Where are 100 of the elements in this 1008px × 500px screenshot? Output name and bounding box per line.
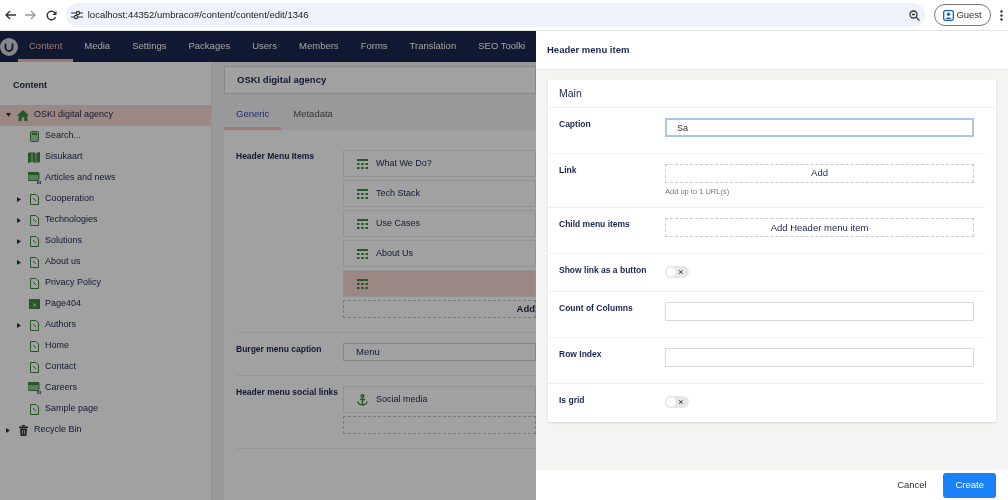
add-button[interactable]: Add xyxy=(343,300,536,318)
tree-item[interactable]: Careers xyxy=(0,377,211,399)
create-button[interactable]: Create xyxy=(943,472,996,498)
cancel-button[interactable]: Cancel xyxy=(885,477,939,493)
url-text: localhost:44352/umbraco#/content/content/edit/1346 xyxy=(87,7,310,22)
caret-right-icon[interactable] xyxy=(6,427,10,433)
block-item[interactable]: About Us xyxy=(343,240,536,267)
caret-right-icon[interactable] xyxy=(17,238,21,244)
field-label: Caption xyxy=(559,118,592,131)
tree-label: Solutions xyxy=(45,234,83,248)
forward-icon[interactable] xyxy=(25,10,37,20)
tree-label: Articles and news xyxy=(45,171,116,185)
input-field[interactable] xyxy=(665,302,974,322)
text-field[interactable]: Menu xyxy=(343,343,536,361)
page-icon xyxy=(29,277,39,289)
page-icon xyxy=(29,193,39,205)
page-icon xyxy=(29,319,39,331)
profile-button[interactable]: Guest xyxy=(934,4,991,26)
group-title: Main xyxy=(559,85,582,101)
tree-label: Privacy Policy xyxy=(45,276,101,290)
caret-right-icon[interactable] xyxy=(17,259,21,265)
tree-item[interactable]: Solutions xyxy=(0,230,211,252)
add-button[interactable]: Add xyxy=(665,164,974,183)
tree-item[interactable]: Cooperation xyxy=(0,188,211,210)
grid-icon xyxy=(357,188,368,199)
document-tab[interactable]: Metadata xyxy=(281,98,345,130)
tree-item[interactable]: Sample page xyxy=(0,398,211,420)
caret-right-icon[interactable] xyxy=(17,322,21,328)
tree-label: Page404 xyxy=(45,297,82,311)
tree-label: Contact xyxy=(45,360,77,374)
list-page-icon xyxy=(27,382,41,394)
caret-right-icon[interactable] xyxy=(17,196,21,202)
field-label: Show link as a button xyxy=(559,264,648,278)
page-icon xyxy=(29,130,39,142)
field-label: Count of Columns xyxy=(559,302,634,316)
tree-label: Search... xyxy=(45,129,82,143)
grid-icon xyxy=(357,218,368,229)
nav-tab[interactable]: Settings xyxy=(121,31,178,62)
back-icon[interactable] xyxy=(4,10,16,20)
field-label: Row Index xyxy=(559,348,603,362)
anchor-icon xyxy=(357,393,368,406)
nav-tab[interactable]: Forms xyxy=(349,31,399,62)
caret-right-icon[interactable] xyxy=(17,217,21,223)
grid-icon xyxy=(357,248,368,259)
block-item[interactable]: Social media xyxy=(343,386,536,413)
logo-icon[interactable] xyxy=(0,37,18,56)
tree-item[interactable]: About us xyxy=(0,251,211,273)
tree-item[interactable]: Privacy Policy xyxy=(0,272,211,294)
tree-label: Authors xyxy=(45,318,77,332)
profile-icon xyxy=(943,9,954,21)
toggle-switch[interactable] xyxy=(665,265,689,278)
tree-item[interactable]: Home xyxy=(0,335,211,357)
block-item[interactable]: What We Do? xyxy=(343,150,536,177)
toggle-switch[interactable] xyxy=(665,395,689,408)
error-page-icon xyxy=(28,299,40,309)
caret-down-icon[interactable] xyxy=(5,113,11,117)
grid-icon xyxy=(357,278,368,289)
grid-icon xyxy=(357,158,368,169)
page-icon xyxy=(29,214,39,226)
tree-item[interactable]: Technologies xyxy=(0,209,211,231)
tree-label: Sample page xyxy=(45,402,99,416)
tree-item[interactable]: Contact xyxy=(0,356,211,378)
input-field[interactable] xyxy=(665,348,974,368)
site-settings-icon[interactable] xyxy=(71,10,83,20)
field-label: Link xyxy=(559,164,578,177)
nav-tab[interactable]: Translation xyxy=(398,31,468,62)
add-button[interactable]: Add Header menu item xyxy=(665,218,974,238)
block-item[interactable]: Use Cases xyxy=(343,210,536,237)
input-field[interactable]: Sa xyxy=(665,118,974,137)
page-icon xyxy=(29,361,39,373)
tree-label: OSKI digital agency xyxy=(34,108,114,122)
document-name-field[interactable]: OSKI digital agency xyxy=(224,66,536,94)
tree-label: Home xyxy=(45,339,69,353)
tree-label: Technologies xyxy=(45,213,98,227)
tree-item[interactable]: Authors xyxy=(0,314,211,336)
address-bar[interactable]: localhost:44352/umbraco#/content/content/edit/1346 xyxy=(66,3,925,27)
tree-label: About us xyxy=(45,255,81,269)
zoom-icon[interactable] xyxy=(908,9,920,21)
nav-tab[interactable]: Content xyxy=(18,31,74,62)
document-tab[interactable]: Generic xyxy=(224,98,282,130)
property-label: Header Menu Items xyxy=(236,150,315,163)
reload-icon[interactable] xyxy=(45,9,57,21)
nav-tab[interactable]: Members xyxy=(288,31,350,62)
nav-tab[interactable]: Users xyxy=(241,31,289,62)
more-icon[interactable] xyxy=(1000,9,1004,21)
block-item[interactable]: Tech Stack xyxy=(343,180,536,207)
list-page-icon xyxy=(27,172,41,184)
tree-item[interactable]: Articles and news xyxy=(0,167,211,189)
tree-item[interactable]: Sisukaart xyxy=(0,146,211,168)
tree-item[interactable]: Recycle Bin xyxy=(0,419,211,441)
tree-item[interactable]: Search... xyxy=(0,125,211,147)
tree-label: Cooperation xyxy=(45,192,95,206)
page-icon xyxy=(29,256,39,268)
nav-tab[interactable]: SEO Toolki xyxy=(467,31,536,62)
sidebar-title: Content xyxy=(12,79,48,92)
home-icon xyxy=(17,109,29,121)
tree-item[interactable]: OSKI digital agency xyxy=(0,104,211,126)
tree-item[interactable]: Page404 xyxy=(0,293,211,315)
nav-tab[interactable]: Media xyxy=(73,31,122,62)
nav-tab[interactable]: Packages xyxy=(177,31,242,62)
